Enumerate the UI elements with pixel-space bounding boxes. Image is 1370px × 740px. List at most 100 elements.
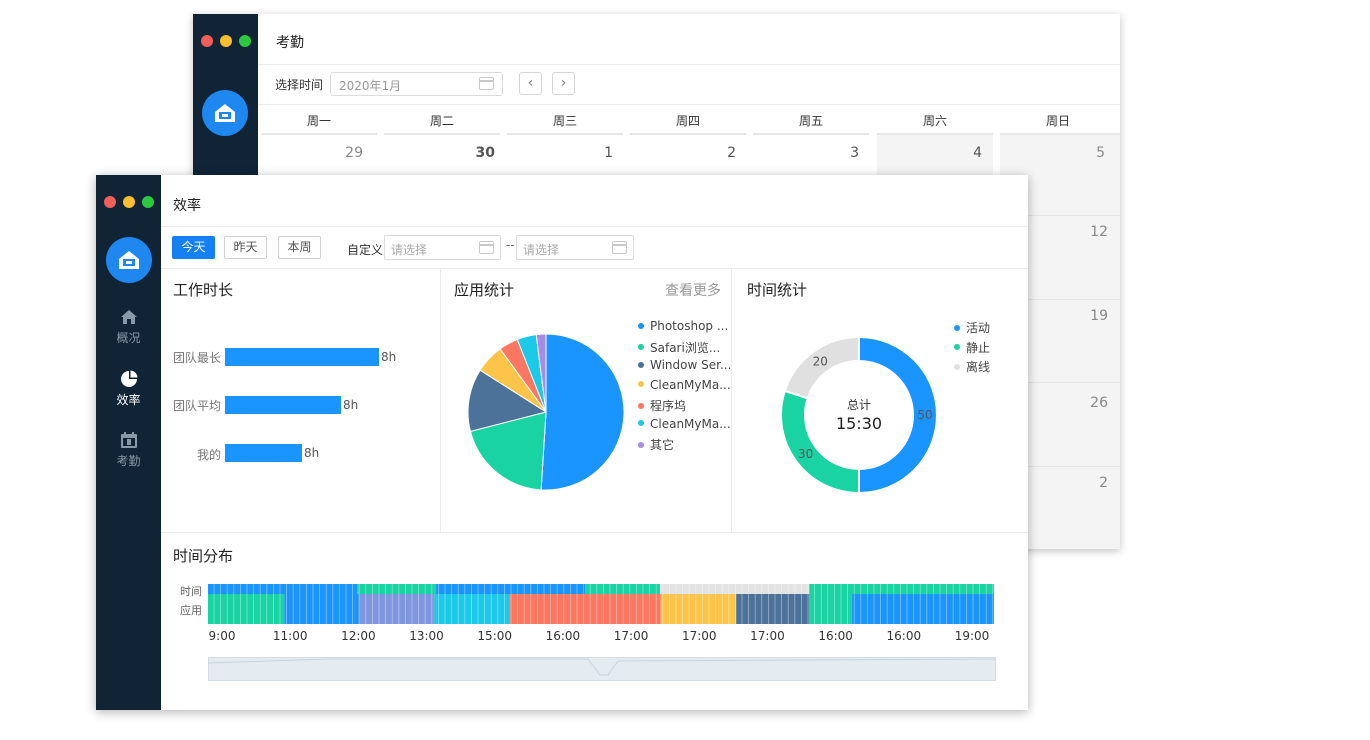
house-logo-icon bbox=[119, 251, 139, 269]
timeline-tick-label: 16:00 bbox=[545, 629, 581, 643]
filter-yesterday-button[interactable]: 昨天 bbox=[224, 236, 267, 259]
work-duration-title: 工作时长 bbox=[173, 281, 234, 299]
work-bar bbox=[225, 444, 302, 462]
timeline-tick-label: 12:00 bbox=[341, 629, 376, 643]
app-segment[interactable] bbox=[509, 594, 661, 624]
timeline-tick-label: 11:00 bbox=[272, 629, 308, 643]
minimize-window-button[interactable] bbox=[123, 196, 135, 208]
timeline-tick-label: 13:00 bbox=[409, 629, 444, 643]
distribution-title: 时间分布 bbox=[173, 547, 234, 565]
legend-item[interactable]: CleanMyMa... bbox=[638, 417, 731, 437]
calendar-icon bbox=[612, 241, 627, 254]
time-segment[interactable] bbox=[208, 584, 358, 594]
weekday-header: 周一 bbox=[306, 114, 331, 128]
nav-attendance[interactable]: 考勤 bbox=[96, 431, 161, 469]
timeline-range-slider[interactable] bbox=[208, 657, 996, 681]
close-window-button[interactable] bbox=[201, 35, 213, 47]
timeline-tick-label: 17:00 bbox=[681, 629, 717, 643]
nav-overview[interactable]: 概况 bbox=[96, 308, 161, 346]
legend-item[interactable]: 静止 bbox=[954, 339, 990, 359]
filter-week-button[interactable]: 本周 bbox=[278, 236, 321, 259]
month-value: 2020年1月 bbox=[339, 79, 402, 93]
legend-item[interactable]: Photoshop ... bbox=[638, 319, 731, 339]
legend-item[interactable]: Safari浏览... bbox=[638, 339, 731, 359]
legend-item[interactable]: Window Ser... bbox=[638, 358, 731, 378]
pie-slice[interactable] bbox=[540, 333, 625, 491]
calendar-day[interactable]: 3 bbox=[799, 145, 859, 161]
view-more-link[interactable]: 查看更多 bbox=[665, 280, 721, 300]
weekday-header: 周二 bbox=[429, 114, 454, 128]
app-segment[interactable] bbox=[208, 594, 285, 624]
filter-today-button[interactable]: 今天 bbox=[172, 236, 215, 259]
close-window-button[interactable] bbox=[104, 196, 116, 208]
calendar-day[interactable]: 26 bbox=[1048, 395, 1108, 411]
legend-dot-icon bbox=[638, 420, 644, 426]
start-date-input[interactable]: 请选择 bbox=[384, 235, 501, 260]
maximize-window-button[interactable] bbox=[142, 196, 154, 208]
weekday-header: 周三 bbox=[552, 114, 577, 128]
calendar-icon bbox=[120, 432, 137, 448]
timeline-tick-label: 16:00 bbox=[886, 629, 922, 643]
app-logo bbox=[202, 90, 248, 136]
calendar-day[interactable]: 30 bbox=[435, 145, 495, 161]
calendar-day[interactable]: 4 bbox=[922, 145, 982, 161]
weekday-header: 周日 bbox=[1045, 114, 1070, 128]
legend-dot-icon bbox=[638, 441, 644, 448]
calendar-day[interactable]: 5 bbox=[1045, 145, 1105, 161]
legend-dot-icon bbox=[638, 361, 644, 368]
app-logo bbox=[106, 237, 152, 283]
app-segment[interactable] bbox=[284, 594, 359, 624]
donut-center-label: 总计 bbox=[847, 398, 871, 412]
calendar-day[interactable]: 29 bbox=[303, 145, 363, 161]
time-legend: 活动 静止 离线 bbox=[954, 319, 990, 378]
weekday-header: 周五 bbox=[798, 114, 823, 128]
month-picker[interactable]: 2020年1月 bbox=[330, 72, 503, 96]
timeline-tick-label: 17:00 bbox=[750, 629, 785, 643]
nav-efficiency[interactable]: 效率 bbox=[96, 370, 161, 408]
legend-item[interactable]: 离线 bbox=[954, 358, 990, 378]
timeline-chart[interactable] bbox=[208, 584, 994, 624]
efficiency-window: 概况 效率 考勤 效率 今天 昨天 本周 自定义 请选择 -- 请选择 工作时长… bbox=[96, 175, 1028, 710]
timeline-row-label: 时间 bbox=[180, 585, 202, 598]
house-logo-icon bbox=[215, 104, 235, 122]
app-segment[interactable] bbox=[358, 594, 435, 624]
app-segment[interactable] bbox=[809, 594, 852, 624]
time-donut-chart: 总计 15:30 50 30 20 bbox=[780, 335, 938, 495]
app-legend: Photoshop ... Safari浏览... Window Ser... … bbox=[638, 319, 731, 456]
bar-label: 团队平均 bbox=[172, 399, 221, 413]
donut-value-label: 20 bbox=[813, 355, 828, 369]
legend-item[interactable]: CleanMyMa... bbox=[638, 378, 731, 398]
calendar-day[interactable]: 2 bbox=[1048, 475, 1108, 491]
calendar-day[interactable]: 2 bbox=[676, 145, 736, 161]
legend-dot-icon bbox=[954, 344, 960, 350]
calendar-icon bbox=[479, 77, 494, 90]
bar-value: 8h bbox=[304, 446, 320, 460]
work-bar bbox=[225, 396, 341, 414]
legend-item[interactable]: 活动 bbox=[954, 319, 990, 339]
end-date-input[interactable]: 请选择 bbox=[516, 235, 634, 260]
donut-value-label: 30 bbox=[798, 447, 813, 461]
time-segment[interactable] bbox=[357, 584, 436, 594]
legend-dot-icon bbox=[638, 344, 644, 350]
select-time-label: 选择时间 bbox=[275, 78, 324, 92]
slider-handle-icon bbox=[208, 658, 996, 676]
app-segment[interactable] bbox=[660, 594, 737, 624]
next-month-button[interactable]: › bbox=[552, 72, 575, 95]
legend-dot-icon bbox=[638, 381, 644, 387]
app-pie-chart bbox=[467, 333, 625, 491]
calendar-day[interactable]: 12 bbox=[1048, 224, 1108, 240]
legend-dot-icon bbox=[638, 322, 644, 329]
timeline-tick-label: 17:00 bbox=[613, 629, 649, 643]
prev-month-button[interactable]: ‹ bbox=[519, 72, 542, 95]
calendar-day[interactable]: 1 bbox=[553, 145, 613, 161]
main-sidebar: 概况 效率 考勤 bbox=[96, 175, 161, 710]
minimize-window-button[interactable] bbox=[220, 35, 232, 47]
page-title: 效率 bbox=[173, 198, 201, 214]
donut-center-value: 15:30 bbox=[836, 414, 882, 433]
calendar-day[interactable]: 19 bbox=[1048, 308, 1108, 324]
legend-item[interactable]: 其它 bbox=[638, 436, 731, 456]
maximize-window-button[interactable] bbox=[239, 35, 251, 47]
legend-item[interactable]: 程序坞 bbox=[638, 397, 731, 417]
app-segment[interactable] bbox=[736, 594, 810, 624]
weekday-header: 周四 bbox=[675, 114, 700, 128]
